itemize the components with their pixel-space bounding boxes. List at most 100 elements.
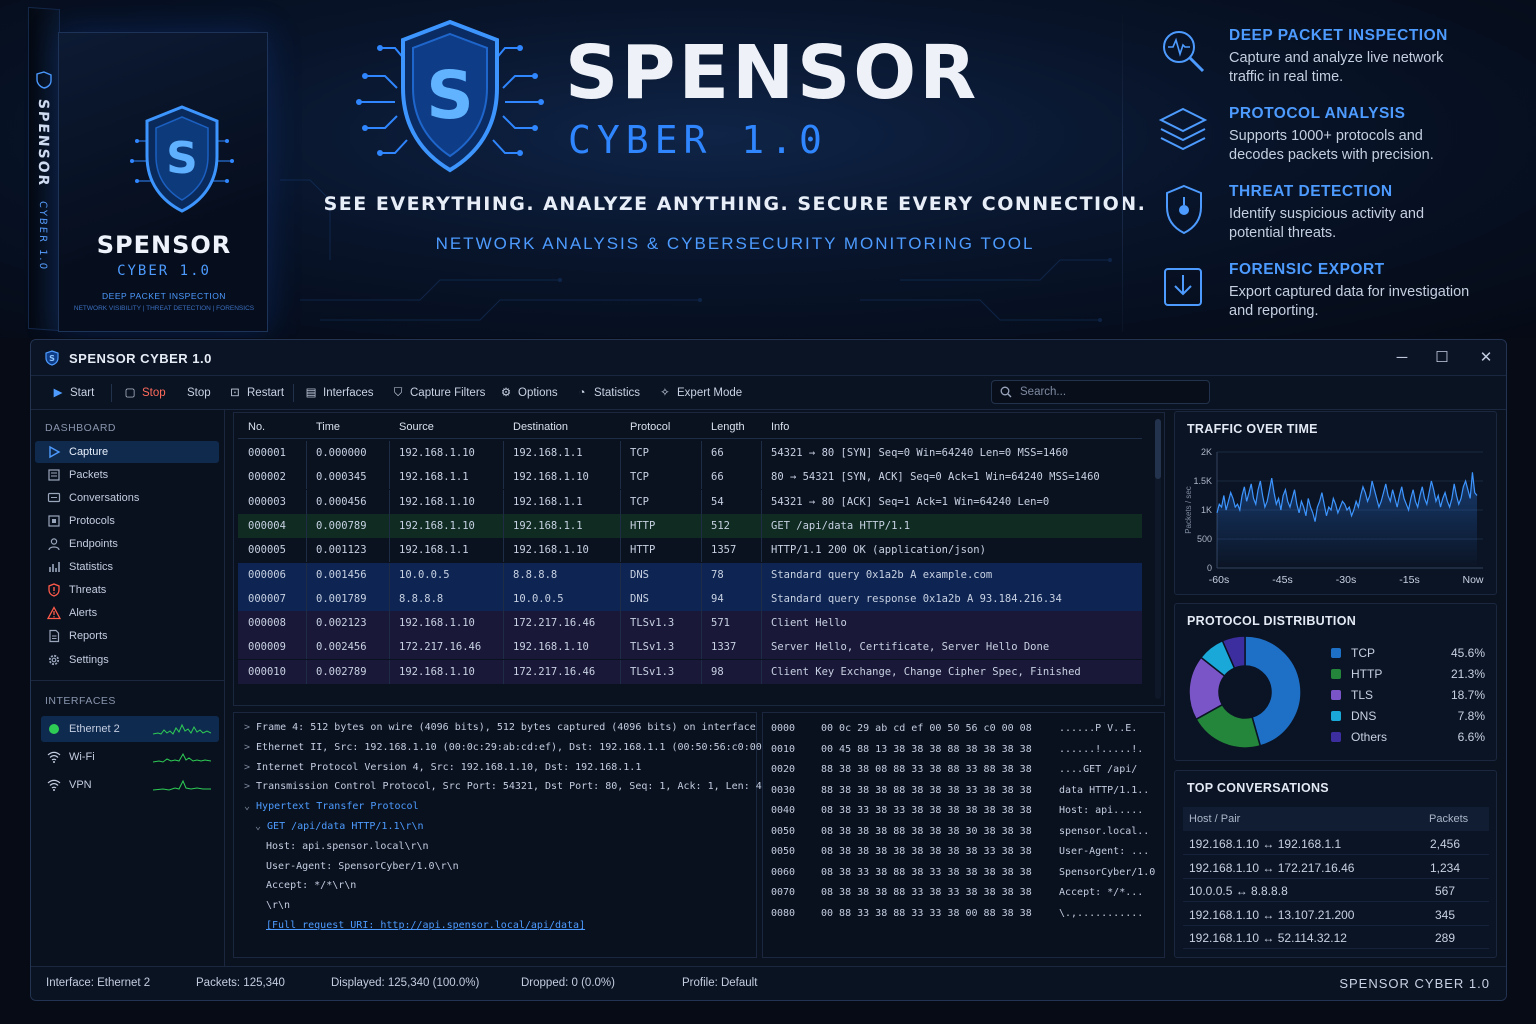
conversation-row[interactable]: 192.168.1.10 ↔ 13.107.21.200 345	[1183, 903, 1489, 926]
interface-vpn[interactable]: VPN	[41, 772, 219, 798]
sidebar-item-statistics[interactable]: Statistics	[35, 556, 219, 578]
restart-button[interactable]: ⊡ Restart	[228, 383, 284, 403]
chevron-icon[interactable]: ⌄	[244, 801, 250, 812]
packet-row[interactable]: 000004 0.000789 192.168.1.10 192.168.1.1 HTT…	[238, 513, 1142, 538]
packet-row[interactable]: 000010 0.002789 192.168.1.10 172.217.16.46 T…	[238, 659, 1142, 684]
packet-cell-time: 0.002123	[316, 617, 367, 630]
interfaces-heading: INTERFACES	[45, 695, 116, 707]
search-input[interactable]: Search...	[991, 380, 1210, 404]
col-source[interactable]: Source	[399, 415, 434, 439]
detail-line[interactable]: User-Agent: SpensorCyber/1.0\r\n	[266, 860, 459, 874]
chevron-icon[interactable]: >	[244, 781, 250, 792]
detail-line[interactable]: > Ethernet II, Src: 192.168.1.10 (00:0c:2…	[244, 741, 786, 755]
restart-label: Restart	[247, 387, 285, 399]
sidebar-item-settings[interactable]: Settings	[35, 649, 219, 671]
packet-row[interactable]: 000001 0.000000 192.168.1.10 192.168.1.1 TCP…	[238, 441, 1142, 465]
stop-button[interactable]: Stop	[187, 383, 211, 403]
detail-line[interactable]: Accept: */*\r\n	[266, 879, 356, 893]
packet-row[interactable]: 000007 0.001789 8.8.8.8 10.0.0.5 DNS 94 Standa…	[238, 586, 1142, 611]
detail-line[interactable]: > Transmission Control Protocol, Src Port…	[244, 780, 774, 794]
column-separator	[761, 562, 762, 587]
conversation-packets: 345	[1434, 907, 1456, 922]
column-separator	[761, 465, 762, 490]
detail-line[interactable]: \r\n	[266, 899, 290, 913]
column-separator	[620, 538, 621, 563]
detail-line[interactable]: ⌄ GET /api/data HTTP/1.1\r\n	[255, 820, 424, 834]
sidebar-item-packets[interactable]: Packets	[35, 464, 219, 486]
detail-text: User-Agent: SpensorCyber/1.0\r\n	[266, 860, 459, 872]
detail-text: Frame 4: 512 bytes on wire (4096 bits), …	[256, 722, 768, 733]
hex-bytes: 88 38 38 08 88 33 38 88 33 88 38 38	[821, 764, 1032, 775]
hex-ascii: spensor.local..	[1059, 825, 1150, 837]
packet-row[interactable]: 000006 0.001456 10.0.0.5 8.8.8.8 DNS 78 Standa…	[238, 562, 1142, 587]
packet-row[interactable]: 000005 0.001123 192.168.1.1 192.168.1.10 HTT…	[238, 538, 1142, 563]
hex-offset: 0030	[771, 784, 796, 796]
conversation-row[interactable]: 192.168.1.10 ↔ 172.217.16.46 1,234	[1183, 856, 1489, 879]
col-time[interactable]: Time	[316, 415, 340, 439]
chevron-icon[interactable]: >	[244, 762, 250, 773]
column-separator	[701, 635, 702, 660]
packet-cell-info: Standard query response 0x1a2b A 93.184.…	[771, 592, 1062, 605]
packet-cell-len: 78	[711, 568, 724, 581]
packet-cell-dst: 172.217.16.46	[513, 617, 596, 630]
detail-line[interactable]: ⌄ Hypertext Transfer Protocol	[244, 800, 419, 814]
packet-cell-no: 000003	[248, 495, 286, 508]
col-info[interactable]: Info	[771, 415, 789, 439]
interface-ethernet-2[interactable]: Ethernet 2	[41, 716, 219, 742]
close-button[interactable]: ✕	[1474, 346, 1498, 370]
sidebar-item-threats[interactable]: Threats	[35, 579, 219, 601]
minimize-button[interactable]: ─	[1390, 346, 1414, 370]
scrollbar-thumb[interactable]	[1155, 419, 1161, 479]
traffic-area	[1217, 472, 1477, 568]
hex-ascii: User-Agent: ...	[1059, 846, 1150, 857]
packet-cell-info: Client Key Exchange, Change Cipher Spec,…	[771, 665, 1081, 678]
col-no[interactable]: No.	[248, 415, 265, 439]
column-separator	[761, 659, 762, 684]
product-box-side-title: SPENSOR	[35, 98, 51, 188]
packet-row[interactable]: 000003 0.000456 192.168.1.10 192.168.1.1 TCP…	[238, 489, 1142, 514]
interfaces-button[interactable]: ▤ Interfaces	[304, 383, 374, 403]
packet-cell-time: 0.001456	[316, 568, 367, 581]
maximize-button[interactable]: ☐	[1430, 346, 1454, 370]
sidebar-item-protocols[interactable]: Protocols	[35, 510, 219, 532]
col-destination[interactable]: Destination	[513, 415, 568, 439]
detail-line[interactable]: Host: api.spensor.local\r\n	[266, 840, 429, 854]
stop-active-button[interactable]: ▢ Stop	[123, 383, 166, 403]
col-packets[interactable]: Packets	[1429, 807, 1468, 831]
start-button[interactable]: ▶ Start	[51, 383, 95, 403]
sidebar-item-alerts[interactable]: Alerts	[35, 602, 219, 624]
conversation-row[interactable]: 192.168.1.10 ↔ 192.168.1.1 2,456	[1183, 832, 1489, 855]
col-host-pair[interactable]: Host / Pair	[1189, 807, 1240, 831]
packet-list-scrollbar[interactable]	[1155, 419, 1161, 699]
sidebar-item-conversations[interactable]: Conversations	[35, 487, 219, 509]
statistics-button[interactable]: ◔ Statistics	[575, 383, 641, 403]
window-title: SPENSOR CYBER 1.0	[69, 351, 212, 366]
endpoints-icon	[48, 538, 60, 551]
interface-wifi[interactable]: Wi-Fi	[41, 744, 219, 770]
stop-active-label: Stop	[142, 387, 166, 399]
chevron-icon[interactable]: >	[244, 742, 250, 753]
conversation-row[interactable]: 192.168.1.10 ↔ 52.114.32.12 289	[1183, 926, 1489, 949]
detail-line[interactable]: > Frame 4: 512 bytes on wire (4096 bits),…	[244, 721, 768, 735]
packet-row[interactable]: 000002 0.000345 192.168.1.1 192.168.1.10 TCP…	[238, 465, 1142, 490]
search-placeholder: Search...	[1020, 386, 1067, 398]
detail-line[interactable]: > Internet Protocol Version 4, Src: 192.1…	[244, 761, 641, 775]
feature-title: PROTOCOL ANALYSIS	[1229, 105, 1406, 122]
hex-offset: 0020	[771, 764, 796, 775]
chevron-icon[interactable]: >	[244, 722, 250, 733]
sidebar-item-reports[interactable]: Reports	[35, 625, 219, 647]
options-button[interactable]: ⚙ Options	[499, 383, 558, 403]
sidebar-item-label: Reports	[69, 630, 108, 642]
chevron-icon[interactable]: ⌄	[255, 821, 261, 832]
capture-filters-button[interactable]: ⛉ Capture Filters	[391, 383, 486, 403]
sidebar-item-capture[interactable]: Capture	[35, 441, 219, 463]
conversation-row[interactable]: 10.0.0.5 ↔ 8.8.8.8 567	[1183, 879, 1489, 902]
packet-row[interactable]: 000008 0.002123 192.168.1.10 172.217.16.46 T…	[238, 611, 1142, 636]
col-protocol[interactable]: Protocol	[630, 415, 670, 439]
status-displayed: Displayed: 125,340 (100.0%)	[331, 977, 480, 989]
detail-line[interactable]: [Full request URI: http://api.spensor.lo…	[266, 919, 585, 933]
col-length[interactable]: Length	[711, 415, 745, 439]
expert-mode-button[interactable]: ✧ Expert Mode	[658, 383, 742, 403]
sidebar-item-endpoints[interactable]: Endpoints	[35, 533, 219, 555]
packet-row[interactable]: 000009 0.002456 172.217.16.46 192.168.1.10 T…	[238, 635, 1142, 660]
